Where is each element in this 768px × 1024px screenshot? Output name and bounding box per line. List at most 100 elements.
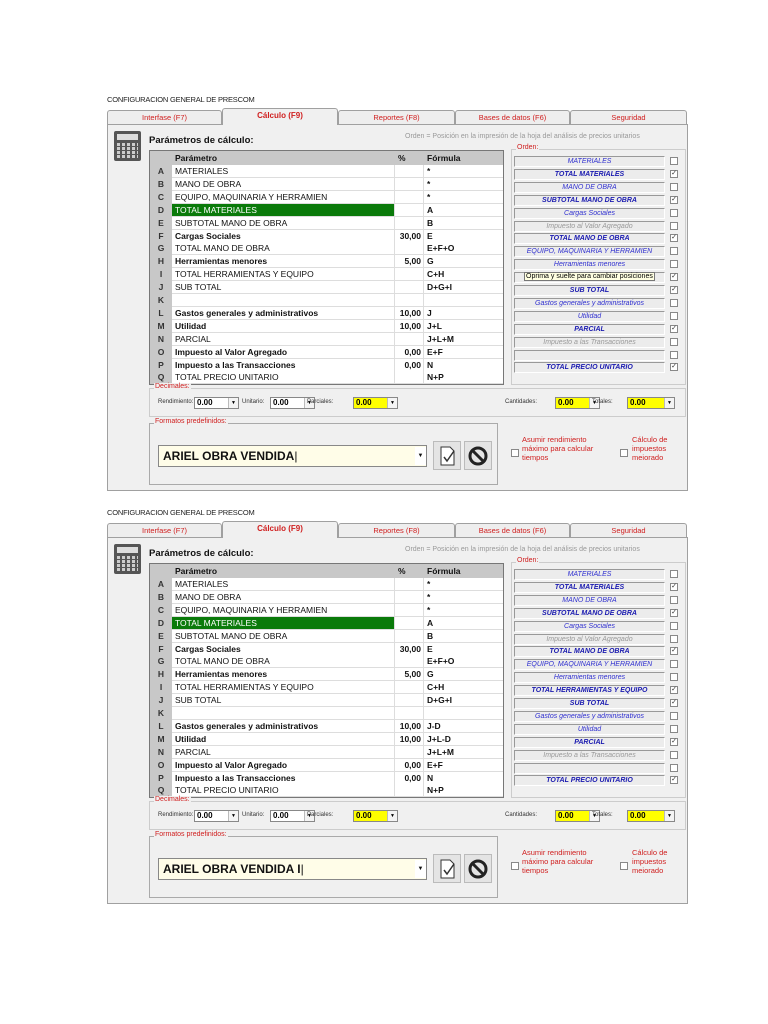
orden-item[interactable]: Gastos generales y administrativos: [514, 297, 665, 309]
orden-item[interactable]: EQUIPO, MAQUINARIA Y HERRAMIEN: [514, 659, 665, 671]
row-formula[interactable]: G: [424, 668, 503, 682]
row-pct[interactable]: [395, 629, 424, 643]
orden-item[interactable]: Herramientas menores: [514, 672, 665, 684]
row-formula[interactable]: *: [424, 603, 503, 617]
row-pct[interactable]: [395, 203, 424, 217]
table-row[interactable]: Q TOTAL PRECIO UNITARIO N+P: [150, 371, 503, 385]
row-pct[interactable]: [395, 190, 424, 204]
orden-item[interactable]: TOTAL MANO DE OBRA: [514, 233, 665, 245]
row-formula[interactable]: C+H: [424, 681, 503, 695]
orden-checkbox[interactable]: [670, 298, 678, 307]
orden-item[interactable]: SUBTOTAL MANO DE OBRA: [514, 194, 665, 206]
chevron-down-icon[interactable]: ▼: [415, 447, 426, 465]
row-pct[interactable]: 10,00: [395, 732, 424, 746]
row-pct[interactable]: [395, 242, 424, 256]
orden-item[interactable]: Impuesto a las Transacciones: [514, 749, 665, 761]
row-param[interactable]: TOTAL MANO DE OBRA: [172, 242, 395, 256]
orden-item[interactable]: MANO DE OBRA: [514, 594, 665, 606]
orden-checkbox[interactable]: [670, 337, 678, 346]
orden-checkbox[interactable]: [670, 311, 678, 320]
orden-checkbox[interactable]: [670, 750, 678, 759]
chevron-down-icon[interactable]: ▼: [664, 398, 674, 408]
decimal-select[interactable]: 0.00 ▼: [353, 397, 398, 409]
table-row[interactable]: O Impuesto al Valor Agregado 0,00 E+F: [150, 758, 503, 772]
orden-item[interactable]: Gastos generales y administrativos: [514, 710, 665, 722]
row-param[interactable]: EQUIPO, MAQUINARIA Y HERRAMIEN: [172, 603, 395, 617]
orden-item[interactable]: SUB TOTAL: [514, 285, 665, 296]
row-pct[interactable]: [395, 216, 424, 230]
orden-item[interactable]: [514, 762, 665, 774]
row-param[interactable]: EQUIPO, MAQUINARIA Y HERRAMIEN: [172, 190, 395, 204]
row-param[interactable]: PARCIAL: [172, 745, 395, 759]
chevron-down-icon[interactable]: ▼: [387, 811, 397, 821]
orden-item[interactable]: TOTAL MANO DE OBRA: [514, 646, 665, 658]
asumir-rendimiento-checkbox[interactable]: [511, 449, 519, 457]
row-pct[interactable]: 10,00: [395, 306, 424, 320]
row-formula[interactable]: D+G+I: [424, 281, 503, 295]
orden-item[interactable]: PARCIAL: [514, 323, 665, 335]
row-formula[interactable]: A: [424, 616, 503, 630]
orden-checkbox[interactable]: [670, 182, 678, 191]
orden-checkbox[interactable]: ✓: [670, 234, 678, 243]
orden-checkbox[interactable]: [670, 711, 678, 720]
delete-format-button[interactable]: [464, 854, 492, 883]
row-param[interactable]: [172, 294, 395, 307]
row-param[interactable]: Gastos generales y administrativos: [172, 306, 395, 320]
decimal-select[interactable]: 0.00 ▼: [627, 810, 675, 822]
orden-item[interactable]: EQUIPO, MAQUINARIA Y HERRAMIEN: [514, 246, 665, 258]
row-param[interactable]: TOTAL HERRAMIENTAS Y EQUIPO: [172, 268, 395, 282]
row-pct[interactable]: 10,00: [395, 319, 424, 333]
row-formula[interactable]: N: [424, 358, 503, 372]
orden-item[interactable]: TOTAL MATERIALES: [514, 581, 665, 593]
row-param[interactable]: SUBTOTAL MANO DE OBRA: [172, 216, 395, 230]
orden-item[interactable]: TOTAL MATERIALES: [514, 168, 665, 180]
row-pct[interactable]: 5,00: [395, 255, 424, 269]
row-param[interactable]: MANO DE OBRA: [172, 590, 395, 604]
orden-item[interactable]: TOTAL HERRAMIENTAS Y EQUIPO: [514, 685, 665, 697]
table-row[interactable]: H Herramientas menores 5,00 G: [150, 255, 503, 269]
row-param[interactable]: TOTAL MANO DE OBRA: [172, 655, 395, 669]
orden-checkbox[interactable]: [670, 247, 678, 256]
row-param[interactable]: Cargas Sociales: [172, 642, 395, 656]
table-row[interactable]: E SUBTOTAL MANO DE OBRA B: [150, 629, 503, 643]
orden-checkbox[interactable]: ✓: [670, 582, 678, 591]
table-row[interactable]: J SUB TOTAL D+G+I: [150, 694, 503, 708]
row-param[interactable]: Cargas Sociales: [172, 229, 395, 243]
row-pct[interactable]: 30,00: [395, 229, 424, 243]
row-formula[interactable]: E+F+O: [424, 655, 503, 669]
orden-checkbox[interactable]: [670, 221, 678, 230]
table-row[interactable]: K: [150, 707, 503, 720]
orden-checkbox[interactable]: ✓: [670, 647, 678, 656]
chevron-down-icon[interactable]: ▼: [228, 398, 238, 408]
row-pct[interactable]: [395, 578, 424, 591]
table-row[interactable]: H Herramientas menores 5,00 G: [150, 668, 503, 682]
row-pct[interactable]: [395, 590, 424, 604]
orden-item[interactable]: MATERIALES: [514, 569, 665, 580]
row-formula[interactable]: E+F+O: [424, 242, 503, 256]
row-param[interactable]: MANO DE OBRA: [172, 177, 395, 191]
row-param[interactable]: Herramientas menores: [172, 668, 395, 682]
row-formula[interactable]: J-D: [424, 719, 503, 733]
row-param[interactable]: [172, 707, 395, 720]
table-row[interactable]: D TOTAL MATERIALES A: [150, 616, 503, 630]
table-row[interactable]: B MANO DE OBRA *: [150, 177, 503, 191]
orden-item[interactable]: Utilidad: [514, 723, 665, 735]
orden-checkbox[interactable]: [670, 595, 678, 604]
orden-checkbox[interactable]: [670, 724, 678, 733]
row-formula[interactable]: N+P: [424, 371, 503, 385]
row-param[interactable]: SUB TOTAL: [172, 281, 395, 295]
orden-item[interactable]: SUB TOTAL: [514, 698, 665, 709]
orden-checkbox[interactable]: [670, 660, 678, 669]
orden-item[interactable]: PARCIAL: [514, 736, 665, 748]
tab-interfase[interactable]: Interfase (F7): [107, 110, 222, 124]
orden-checkbox[interactable]: [670, 621, 678, 630]
formato-combo[interactable]: ARIEL OBRA VENDIDA I| ▼: [158, 858, 427, 880]
orden-item[interactable]: Cargas Sociales: [514, 207, 665, 219]
row-formula[interactable]: A: [424, 203, 503, 217]
orden-item[interactable]: Impuesto al Valor Agregado: [514, 220, 665, 232]
table-row[interactable]: M Utilidad 10,00 J+L-D: [150, 732, 503, 746]
orden-item[interactable]: MANO DE OBRA: [514, 181, 665, 193]
row-pct[interactable]: [395, 616, 424, 630]
row-pct[interactable]: 0,00: [395, 358, 424, 372]
table-row[interactable]: G TOTAL MANO DE OBRA E+F+O: [150, 242, 503, 256]
